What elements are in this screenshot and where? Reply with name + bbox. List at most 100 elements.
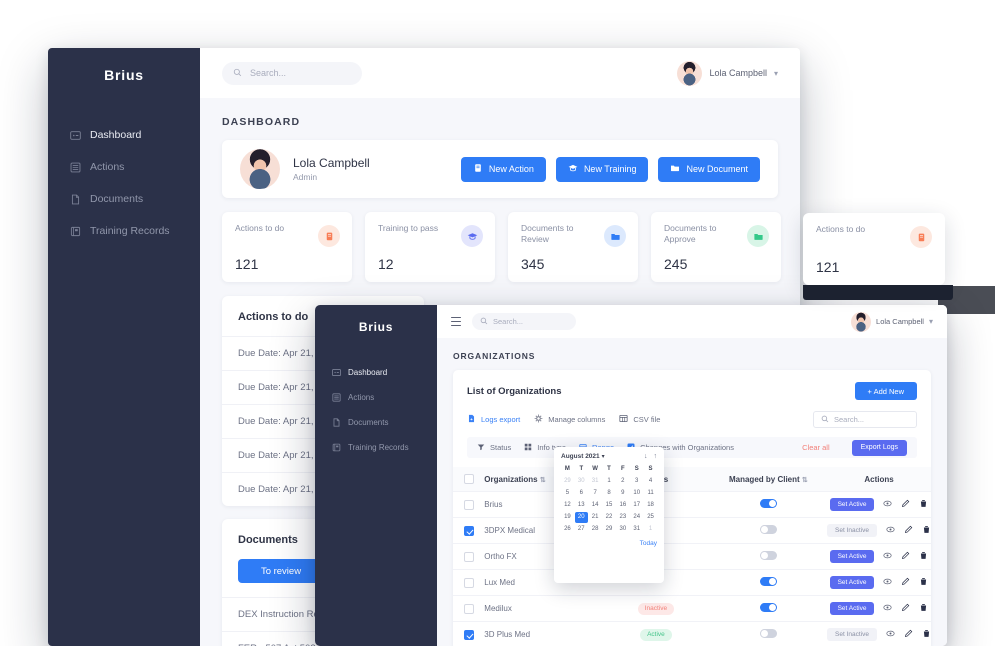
new-document-button[interactable]: New Document xyxy=(658,156,760,182)
row-checkbox[interactable] xyxy=(463,525,474,536)
calendar-day[interactable]: 23 xyxy=(616,512,629,523)
set-inactive-button[interactable]: Set Inactive xyxy=(827,524,877,537)
row-select-cell[interactable] xyxy=(453,491,485,518)
sidebar-item-training-records[interactable]: Training Records xyxy=(48,215,200,247)
row-managed[interactable] xyxy=(709,491,828,518)
trash-icon[interactable] xyxy=(922,629,931,640)
calendar-month-label[interactable]: August 2021 xyxy=(561,453,600,460)
calendar-day[interactable]: 3 xyxy=(630,476,643,487)
calendar-day[interactable]: 21 xyxy=(589,512,602,523)
new-action-button[interactable]: New Action xyxy=(460,156,546,182)
pencil-icon[interactable] xyxy=(901,551,910,562)
select-all-checkbox[interactable] xyxy=(463,474,474,484)
select-all-header[interactable] xyxy=(453,467,485,492)
trash-icon[interactable] xyxy=(922,525,931,536)
table-row[interactable]: Brius Set Active xyxy=(453,491,931,518)
calendar-day[interactable]: 19 xyxy=(561,512,574,523)
arrow-down-icon[interactable]: ↓ xyxy=(644,453,648,460)
calendar-day[interactable]: 11 xyxy=(644,488,657,499)
row-checkbox[interactable] xyxy=(463,603,474,614)
row-checkbox[interactable] xyxy=(463,577,474,588)
calendar-day-selected[interactable]: 20 xyxy=(574,512,588,523)
managed-toggle[interactable] xyxy=(759,577,777,586)
managed-toggle[interactable] xyxy=(759,499,777,508)
row-managed[interactable] xyxy=(709,621,828,646)
logs-export-button[interactable]: Logs export xyxy=(467,414,520,425)
pencil-icon[interactable] xyxy=(901,499,910,510)
calendar-day[interactable]: 22 xyxy=(603,512,616,523)
eye-icon[interactable] xyxy=(886,525,895,536)
eye-icon[interactable] xyxy=(886,629,895,640)
sidebar-item-actions[interactable]: Actions xyxy=(315,385,437,410)
sidebar-item-actions[interactable]: Actions xyxy=(48,151,200,183)
row-select-cell[interactable] xyxy=(453,569,485,596)
new-training-button[interactable]: New Training xyxy=(555,156,649,182)
calendar-today-button[interactable]: Today xyxy=(561,540,657,547)
csv-file-button[interactable]: CSV file xyxy=(619,414,660,425)
eye-icon[interactable] xyxy=(883,499,893,510)
calendar-day[interactable]: 26 xyxy=(561,524,574,535)
calendar-day[interactable]: 31 xyxy=(630,524,643,535)
sidebar-item-documents[interactable]: Documents xyxy=(315,410,437,435)
row-managed[interactable] xyxy=(709,543,828,570)
calendar-day[interactable]: 1 xyxy=(644,524,657,535)
arrow-up-icon[interactable]: ↑ xyxy=(654,453,658,460)
to-review-button[interactable]: To review xyxy=(238,559,324,583)
calendar-day[interactable]: 17 xyxy=(630,500,643,511)
add-new-button[interactable]: + Add New xyxy=(854,382,917,400)
stat-card-documents-to-review[interactable]: Documents to Review 345 xyxy=(508,212,638,282)
calendar-day[interactable]: 31 xyxy=(589,476,602,487)
sidebar-item-dashboard[interactable]: Dashboard xyxy=(315,360,437,385)
row-select-cell[interactable] xyxy=(453,621,485,646)
sidebar-item-dashboard[interactable]: Dashboard xyxy=(48,119,200,151)
calendar-day[interactable]: 30 xyxy=(575,476,588,487)
set-active-button[interactable]: Set Active xyxy=(829,498,875,511)
calendar-day[interactable]: 6 xyxy=(575,488,588,499)
pencil-icon[interactable] xyxy=(901,603,910,614)
row-managed[interactable] xyxy=(709,517,828,544)
clear-all-button[interactable]: Clear all xyxy=(802,443,830,452)
set-inactive-button[interactable]: Set Inactive xyxy=(827,628,877,642)
table-row[interactable]: Medilux Inactive Set Active xyxy=(453,595,931,622)
user-menu[interactable]: Lola Campbell ▾ xyxy=(677,60,778,86)
search-input[interactable]: Search... xyxy=(472,313,576,330)
calendar-day[interactable]: 24 xyxy=(630,512,643,523)
calendar-day[interactable]: 25 xyxy=(644,512,657,523)
row-select-cell[interactable] xyxy=(453,595,485,622)
column-managed-by-client[interactable]: Managed by Client ⇅ xyxy=(709,467,828,492)
date-range-calendar[interactable]: August 2021 ▾ ↓ ↑ M T W T F S S 29 30 31… xyxy=(554,447,664,583)
row-select-cell[interactable] xyxy=(453,517,485,544)
sort-icon[interactable]: ⇅ xyxy=(802,477,808,484)
calendar-day[interactable]: 4 xyxy=(644,476,657,487)
managed-toggle[interactable] xyxy=(759,603,777,612)
pencil-icon[interactable] xyxy=(904,525,913,536)
table-row[interactable]: 3D Plus Med Active Set Inactive xyxy=(453,621,931,646)
calendar-day[interactable]: 15 xyxy=(603,500,616,511)
manage-columns-button[interactable]: Manage columns xyxy=(534,414,605,425)
calendar-day[interactable]: 10 xyxy=(630,488,643,499)
trash-icon[interactable] xyxy=(919,551,928,562)
sort-icon[interactable]: ⇅ xyxy=(540,477,546,484)
calendar-day[interactable]: 16 xyxy=(616,500,629,511)
table-row[interactable]: Ortho FX Set Active xyxy=(453,543,931,570)
managed-toggle[interactable] xyxy=(759,525,777,534)
calendar-day[interactable]: 12 xyxy=(561,500,574,511)
eye-icon[interactable] xyxy=(883,551,893,562)
row-managed[interactable] xyxy=(709,569,828,596)
calendar-day[interactable]: 5 xyxy=(561,488,574,499)
managed-toggle[interactable] xyxy=(759,551,777,560)
calendar-day[interactable]: 9 xyxy=(616,488,629,499)
stat-card-training-to-pass[interactable]: Training to pass 12 xyxy=(365,212,495,282)
calendar-day[interactable]: 30 xyxy=(616,524,629,535)
table-search-input[interactable]: Search... xyxy=(813,411,917,428)
stat-card-documents-to-approve[interactable]: Documents to Approve 245 xyxy=(651,212,781,282)
export-logs-button[interactable]: Export Logs xyxy=(851,439,907,456)
trash-icon[interactable] xyxy=(919,499,928,510)
managed-toggle[interactable] xyxy=(759,629,777,639)
filter-status[interactable]: Status xyxy=(477,443,511,453)
calendar-day[interactable]: 29 xyxy=(603,524,616,535)
eye-icon[interactable] xyxy=(883,603,893,614)
pencil-icon[interactable] xyxy=(901,577,910,588)
floating-stat-card-actions-to-do[interactable]: Actions to do 121 xyxy=(803,213,945,285)
calendar-day[interactable]: 2 xyxy=(616,476,629,487)
